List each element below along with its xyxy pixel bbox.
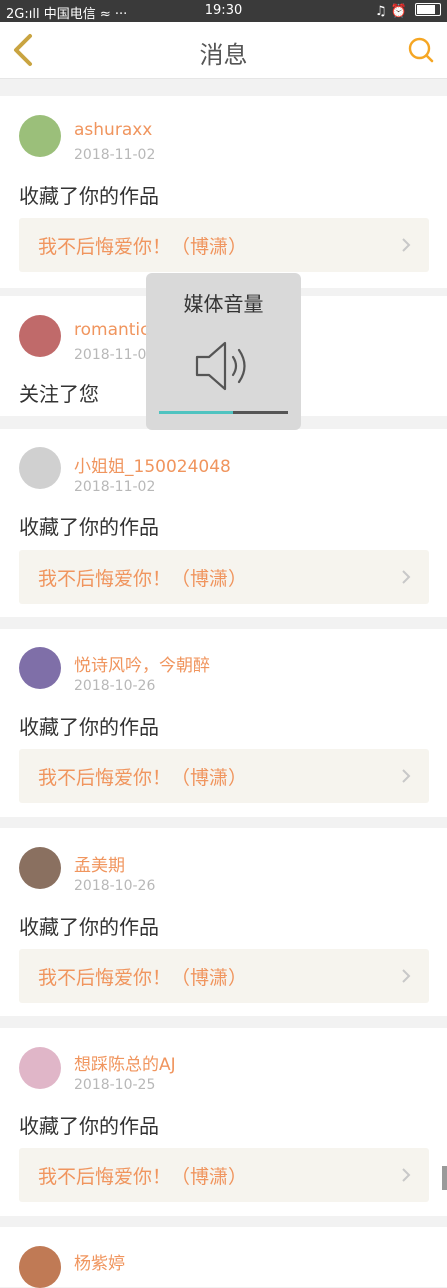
work-link[interactable]: 我不后悔爱你！（博潇）: [19, 949, 429, 1003]
notification-date: 2018-11-02: [74, 147, 156, 163]
notification-card: ashuraxx 2018-11-02 收藏了你的作品 我不后悔爱你！（博潇）: [0, 96, 447, 288]
avatar[interactable]: [19, 847, 61, 889]
avatar[interactable]: [19, 115, 61, 157]
page-title: 消息: [199, 41, 248, 69]
user-name[interactable]: 杨紫婷: [74, 1249, 125, 1274]
nav-bar: 消息: [0, 22, 447, 79]
work-title: 我不后悔爱你！（博潇）: [38, 967, 248, 989]
user-name[interactable]: 想踩陈总的AJ: [74, 1050, 176, 1075]
action-text: 收藏了你的作品: [19, 715, 159, 739]
notification-date: 2018-10-26: [74, 878, 156, 894]
notification-card: 想踩陈总的AJ 2018-10-25 收藏了你的作品 我不后悔爱你！（博潇）: [0, 1028, 447, 1216]
chevron-right-icon: [402, 1168, 411, 1182]
avatar[interactable]: [19, 647, 61, 689]
work-title: 我不后悔爱你！（博潇）: [38, 1166, 248, 1188]
user-name[interactable]: 孟美期: [74, 851, 125, 876]
user-name[interactable]: romantic: [74, 320, 150, 340]
user-name[interactable]: ashuraxx: [74, 120, 152, 140]
action-text: 收藏了你的作品: [19, 915, 159, 939]
avatar[interactable]: [19, 315, 61, 357]
action-text: 收藏了你的作品: [19, 515, 159, 539]
notification-date: 2018-11-02: [74, 479, 156, 495]
action-text: 收藏了你的作品: [19, 184, 159, 208]
work-link[interactable]: 我不后悔爱你！（博潇）: [19, 749, 429, 803]
notification-date: 2018-10-26: [74, 678, 156, 694]
work-link[interactable]: 我不后悔爱你！（博潇）: [19, 1148, 429, 1202]
chevron-right-icon: [402, 238, 411, 252]
work-title: 我不后悔爱你！（博潇）: [38, 236, 248, 258]
notification-card: 杨紫婷: [0, 1227, 447, 1288]
status-bar: 2G:ıll 中国电信 ≈ ··· 19:30 ♫ ⏰: [0, 0, 447, 22]
user-name[interactable]: 悦诗风吟，今朝醉: [74, 651, 210, 676]
work-title: 我不后悔爱你！（博潇）: [38, 568, 248, 590]
notification-card: 小姐姐_150024048 2018-11-02 收藏了你的作品 我不后悔爱你！…: [0, 429, 447, 617]
scrollbar-thumb[interactable]: [442, 1166, 447, 1190]
chevron-right-icon: [402, 769, 411, 783]
volume-level-fill: [159, 411, 233, 414]
notification-date: 2018-11-0: [74, 347, 147, 363]
volume-title: 媒体音量: [183, 292, 264, 316]
work-link[interactable]: 我不后悔爱你！（博潇）: [19, 550, 429, 604]
notification-date: 2018-10-25: [74, 1077, 156, 1093]
avatar[interactable]: [19, 447, 61, 489]
action-text: 收藏了你的作品: [19, 1114, 159, 1138]
status-icons: ♫ ⏰: [374, 4, 407, 19]
work-title: 我不后悔爱你！（博潇）: [38, 767, 248, 789]
notification-card: 悦诗风吟，今朝醉 2018-10-26 收藏了你的作品 我不后悔爱你！（博潇）: [0, 629, 447, 817]
avatar[interactable]: [19, 1047, 61, 1089]
avatar[interactable]: [19, 1246, 61, 1288]
chevron-right-icon: [402, 969, 411, 983]
chevron-right-icon: [402, 570, 411, 584]
notification-card: 孟美期 2018-10-26 收藏了你的作品 我不后悔爱你！（博潇）: [0, 828, 447, 1016]
work-link[interactable]: 我不后悔爱你！（博潇）: [19, 218, 429, 272]
user-name[interactable]: 小姐姐_150024048: [74, 452, 231, 477]
status-indicators: ♫ ⏰: [375, 3, 441, 19]
volume-slider[interactable]: [159, 411, 288, 414]
volume-overlay: 媒体音量: [146, 273, 301, 430]
action-text: 关注了您: [19, 382, 99, 406]
search-icon[interactable]: [407, 36, 435, 64]
speaker-icon: [195, 341, 246, 391]
battery-icon: [415, 3, 441, 16]
